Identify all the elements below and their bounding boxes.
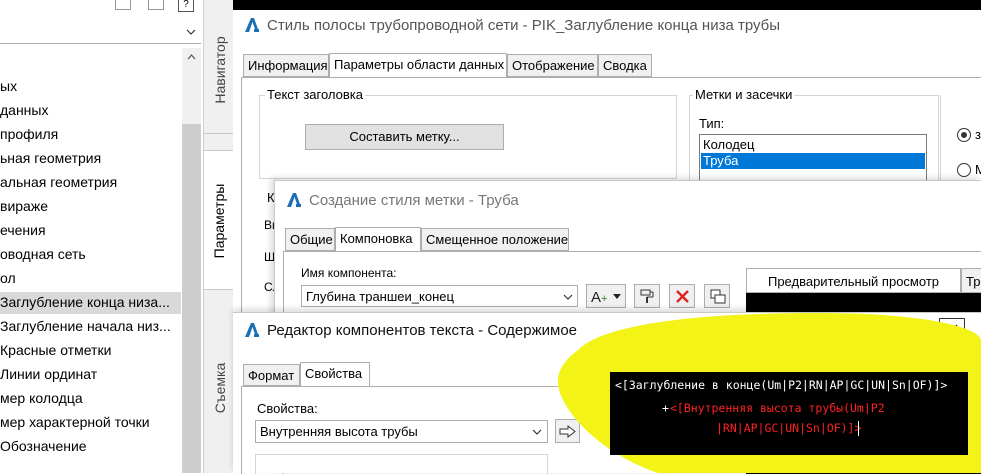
tree-item[interactable]: вираже [0, 198, 181, 218]
toolbar-icon-2[interactable] [148, 0, 164, 10]
main-tabs: Информация Параметры области данных Отоб… [241, 53, 981, 78]
component-name-label: Имя компонента: [301, 266, 397, 280]
paintbrush-icon [640, 289, 654, 303]
left-panel: ? ых данных профиля ьная геометрия альная ге… [0, 0, 203, 473]
type-label: Тип: [699, 116, 725, 131]
tree-item[interactable]: Заглубление начала низ... [0, 318, 181, 338]
tree-item[interactable]: профиля [0, 126, 181, 146]
chevron-down-icon [532, 429, 542, 435]
label-style-dialog-title: Создание стиля метки - Труба [309, 192, 519, 209]
marks-group-label: Метки и засечки [693, 87, 795, 102]
tree-item[interactable]: ол [0, 270, 181, 290]
chevron-down-icon [186, 29, 196, 35]
type-list[interactable]: Колодец Труба [699, 134, 927, 182]
tree-item[interactable]: ьная геометрия [0, 150, 181, 170]
properties-value: Внутренняя высота трубы [260, 424, 418, 439]
tree-item[interactable]: данных [0, 102, 181, 122]
tab-properties[interactable]: Свойства [300, 362, 370, 387]
tab-format[interactable]: Формат [243, 364, 300, 386]
tab-navigator-label: Навигатор [212, 36, 228, 104]
bottom-white-strip [233, 455, 981, 473]
tree-item[interactable]: оводная сеть [0, 246, 181, 266]
side-tabs: Навигатор Параметры Съемка [203, 0, 234, 473]
tab-summary[interactable]: Сводка [598, 54, 652, 77]
code-line-3: |RN|AP|GC|UN|Sn|OF)]> [716, 421, 862, 435]
tab-survey[interactable]: Съемка [204, 335, 234, 445]
tab-navigator[interactable]: Навигатор [204, 14, 234, 134]
right-divider [940, 95, 941, 185]
tab-survey-label: Съемка [212, 362, 228, 414]
scrollbar-thumb[interactable] [182, 124, 201, 473]
tree-item[interactable]: Заглубление конца низа... [0, 292, 181, 314]
tree-item[interactable]: Линии ординат [0, 366, 181, 386]
radio-option-1[interactable] [957, 128, 971, 142]
tab-parameters-label: Параметры [211, 183, 227, 259]
chevron-down-icon [563, 294, 573, 300]
text-editor-dialog-title: Редактор компонентов текста - Содержимое [267, 322, 578, 339]
copy-component-button[interactable] [704, 284, 730, 308]
radio-option-2-label: М [975, 162, 981, 177]
tree-item[interactable]: Красные отметки [0, 342, 181, 362]
type-list-item-manhole[interactable]: Колодец [701, 137, 925, 153]
add-text-icon: A + [591, 289, 621, 305]
autocad-a-icon [287, 193, 301, 207]
radio-option-2[interactable] [957, 163, 971, 177]
autocad-a-icon [245, 18, 259, 32]
scroll-up-icon [187, 54, 196, 60]
code-editor[interactable]: <[Заглубление в конце(Um|P2|RN|AP|GC|UN|… [610, 372, 968, 455]
text-cursor [858, 421, 859, 436]
tree-item[interactable]: альная геометрия [0, 174, 181, 194]
tree-scrollbar[interactable] [182, 48, 201, 473]
component-name-value: Глубина траншеи_конец [306, 289, 454, 304]
compose-label-button[interactable]: Составить метку... [305, 124, 504, 150]
code-line-2-prefix: + [662, 401, 669, 415]
copy-format-button[interactable] [634, 284, 660, 308]
tab-preview[interactable]: Предварительный просмотр [746, 268, 961, 293]
tab-display[interactable]: Отображение [507, 54, 598, 77]
properties-label: Свойства: [257, 401, 318, 416]
main-dialog-title: Стиль полосы трубопроводной сети - PIK_З… [267, 17, 781, 34]
tab-general[interactable]: Общие [285, 228, 335, 251]
tree-filter-combo[interactable] [0, 22, 201, 44]
label-style-tabs: Общие Компоновка Смещенное положение [283, 227, 973, 252]
radio-dot [961, 132, 967, 138]
component-name-select[interactable]: Глубина траншеи_конец [301, 285, 578, 307]
tree-item[interactable]: ых [0, 78, 181, 98]
radio-option-1-label: з [975, 127, 981, 142]
tree-item[interactable]: ечения [0, 222, 181, 242]
autocad-a-icon [245, 323, 259, 337]
code-line-1: <[Заглубление в конце(Um|P2|RN|AP|GC|UN|… [615, 378, 948, 392]
help-icon[interactable]: ? [178, 0, 194, 12]
delete-icon [676, 290, 689, 303]
tree-item[interactable]: мер характерной точки [0, 414, 181, 434]
tab-parameters[interactable]: Параметры [204, 150, 234, 290]
properties-select[interactable]: Внутренняя высота трубы [255, 420, 548, 443]
type-list-item-pipe[interactable]: Труба [701, 153, 925, 169]
tab-layout[interactable]: Компоновка [335, 227, 421, 252]
add-text-component-button[interactable]: A + [586, 284, 626, 308]
tree-item[interactable]: Обозначение [0, 438, 181, 458]
tab-dragged-state[interactable]: Смещенное положение [421, 228, 569, 251]
svg-text:A: A [591, 289, 601, 305]
header-text-group-label: Текст заголовка [265, 87, 366, 102]
delete-component-button[interactable] [669, 284, 695, 308]
copy-icon [710, 289, 726, 304]
tree-item[interactable]: мер колодца [0, 390, 181, 410]
main-dialog-top-border [233, 0, 981, 10]
tab-preview-2[interactable]: Тр [961, 268, 981, 293]
toolbar-icon-1[interactable] [115, 0, 131, 10]
tab-data-area-params[interactable]: Параметры области данных [329, 53, 507, 78]
code-line-2: <[Внутренняя высота трубы(Um|P2 [670, 401, 885, 415]
svg-text:+: + [601, 293, 607, 305]
tab-info[interactable]: Информация [243, 54, 329, 77]
